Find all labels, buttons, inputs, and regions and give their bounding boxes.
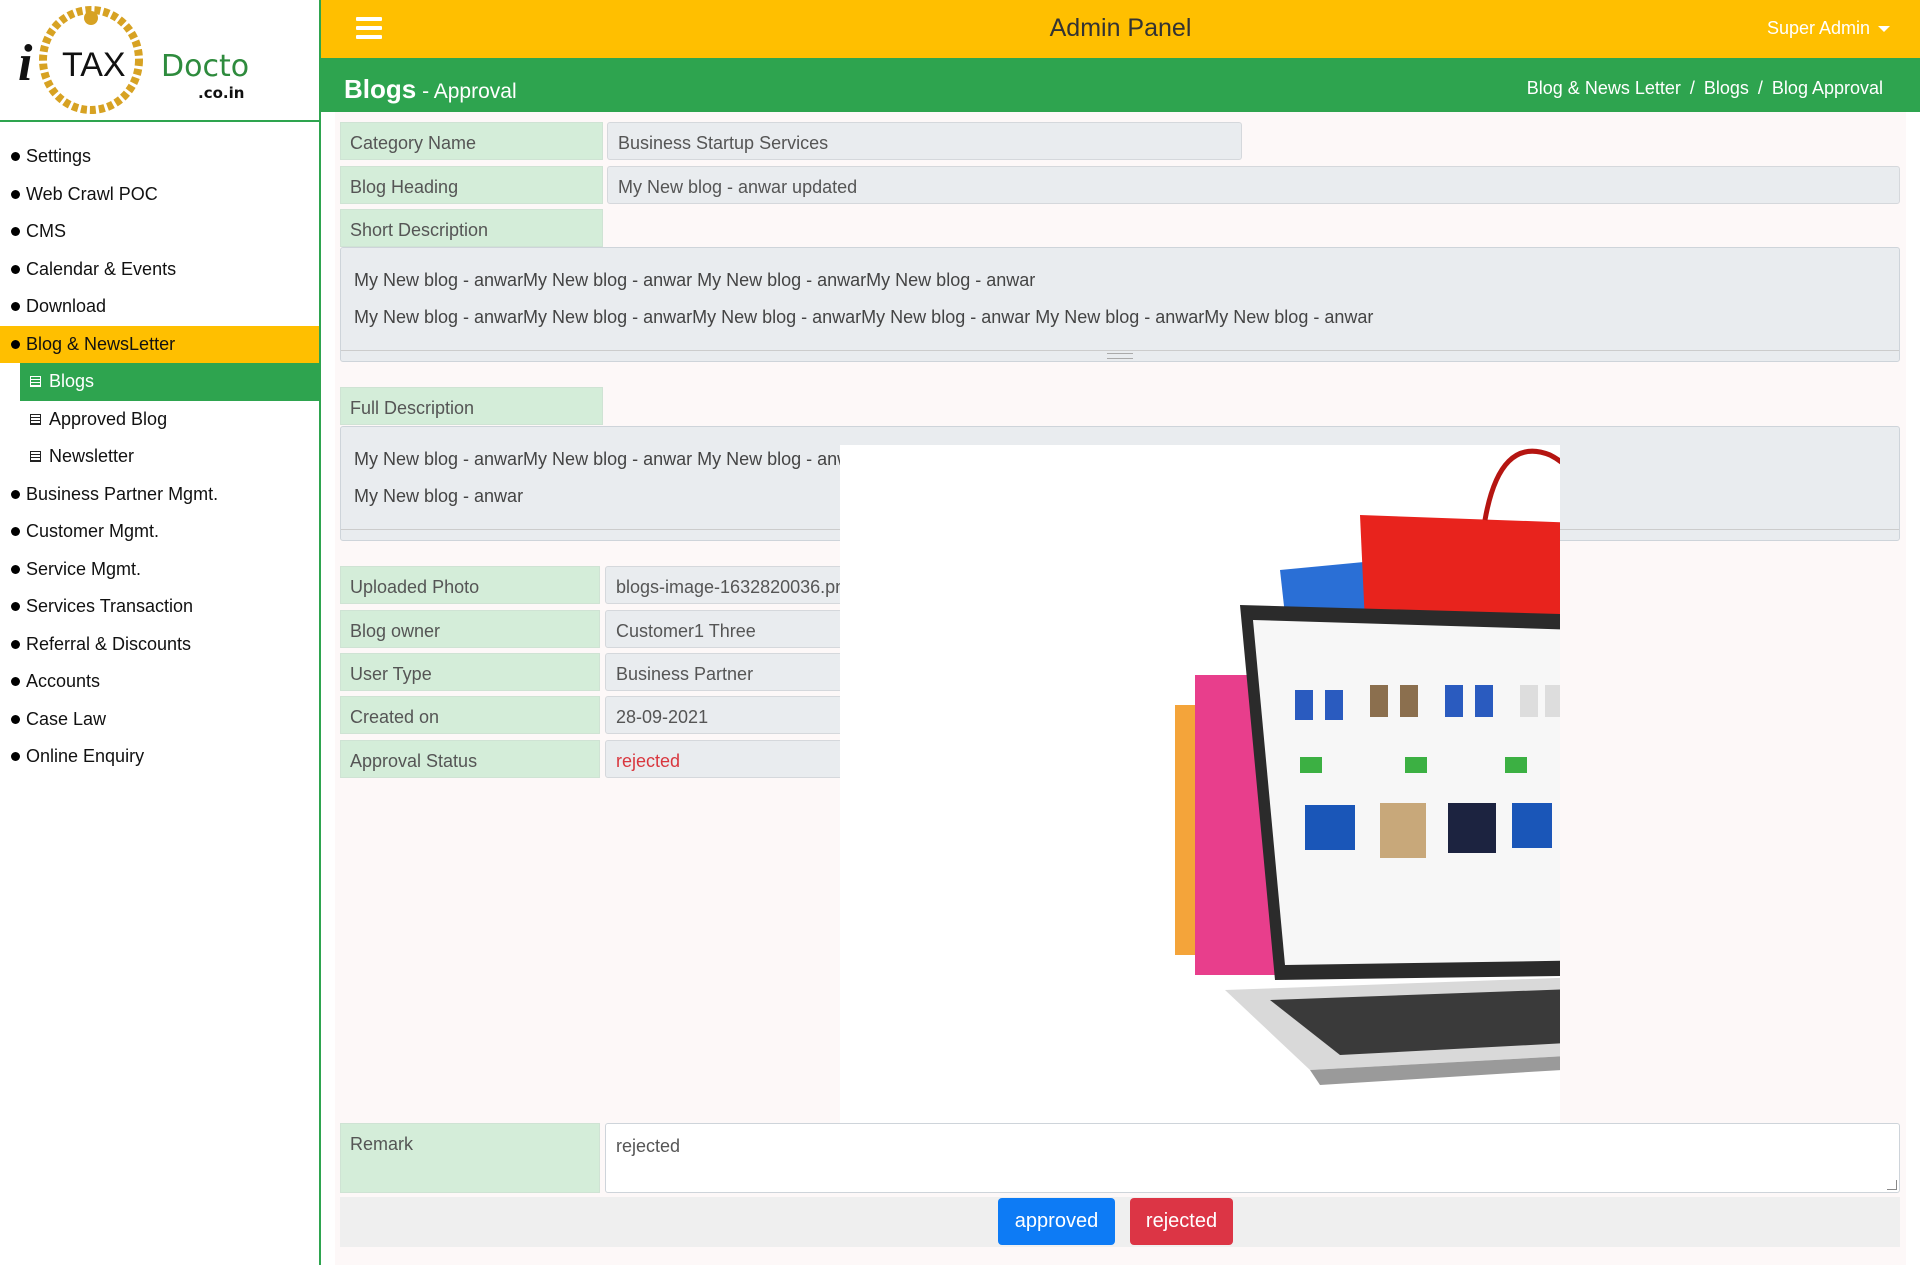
brand-logo[interactable]: i TAX Doctor .co.in	[0, 0, 319, 122]
breadcrumb: Blog & News Letter / Blogs / Blog Approval	[1526, 78, 1883, 98]
sidebar-item-accounts[interactable]: Accounts	[0, 663, 319, 701]
bullet-icon	[11, 714, 20, 724]
bullet-icon	[11, 264, 20, 274]
sidebar: i TAX Doctor .co.in Settings Web Crawl P…	[0, 0, 321, 1265]
logo-tax: TAX	[62, 46, 126, 84]
blog-owner-label: Blog owner	[340, 610, 600, 648]
topbar: Admin Panel Super Admin	[321, 0, 1920, 58]
full-description-label: Full Description	[340, 387, 603, 425]
logo-i: i	[18, 35, 33, 92]
user-type-label: User Type	[340, 653, 600, 691]
bullet-icon	[11, 752, 20, 762]
bullet-icon	[11, 527, 20, 537]
sidebar-item-service-mgmt[interactable]: Service Mgmt.	[0, 551, 319, 589]
bullet-icon	[11, 189, 20, 199]
sidebar-subitem-approved-blog[interactable]: Approved Blog	[0, 401, 319, 439]
remark-label: Remark	[340, 1123, 600, 1193]
logo-domain: .co.in	[198, 84, 244, 102]
sidebar-item-download[interactable]: Download	[0, 288, 319, 326]
breadcrumb-blog-approval: Blog Approval	[1771, 78, 1883, 98]
itaxdoctor-logo-icon: i TAX Doctor .co.in	[18, 6, 251, 114]
user-name: Super Admin	[1766, 18, 1870, 38]
category-label: Category Name	[340, 122, 603, 160]
admin-panel-title: Admin Panel	[1049, 14, 1192, 42]
sidebar-item-calendar-events[interactable]: Calendar & Events	[0, 251, 319, 289]
bullet-icon	[11, 152, 20, 162]
sidebar-item-cms[interactable]: CMS	[0, 213, 319, 251]
list-icon	[30, 413, 41, 425]
short-description-label: Short Description	[340, 209, 603, 247]
page-header: Blogs - Approval Blog & News Letter / Blog…	[321, 58, 1920, 112]
sidebar-item-business-partner[interactable]: Business Partner Mgmt.	[0, 476, 319, 514]
blog-image: online	[840, 445, 1790, 1125]
logo-doctor: Doctor	[161, 49, 251, 84]
page-title: Blogs - Approval	[344, 74, 517, 104]
sidebar-item-online-enquiry[interactable]: Online Enquiry	[0, 738, 319, 776]
rejected-button[interactable]: rejected	[1130, 1198, 1233, 1245]
sidebar-item-blog-newsletter[interactable]: Blog & NewsLetter	[0, 325, 319, 363]
caret-down-icon	[1878, 26, 1890, 33]
short-description-textarea[interactable]: My New blog - anwarMy New blog - anwar M…	[340, 247, 1900, 362]
bullet-icon	[11, 227, 20, 237]
sidebar-subitem-blogs[interactable]: Blogs	[20, 363, 319, 401]
bullet-icon	[11, 339, 20, 349]
uploaded-photo-label: Uploaded Photo	[340, 566, 600, 604]
user-dropdown[interactable]: Super Admin	[1767, 18, 1890, 39]
remark-textarea[interactable]: rejected	[605, 1123, 1900, 1193]
category-field[interactable]: Business Startup Services	[607, 122, 1242, 160]
bullet-icon	[11, 489, 20, 499]
sidebar-item-case-law[interactable]: Case Law	[0, 701, 319, 739]
sidebar-item-settings[interactable]: Settings	[0, 138, 319, 176]
sidebar-item-customer-mgmt[interactable]: Customer Mgmt.	[0, 513, 319, 551]
bullet-icon	[11, 677, 20, 687]
sidebar-item-referral-discounts[interactable]: Referral & Discounts	[0, 626, 319, 664]
online-shopping-laptop-icon: online	[1175, 448, 1790, 1085]
list-icon	[30, 376, 41, 388]
sidebar-subitem-newsletter[interactable]: Newsletter	[0, 438, 319, 476]
sidebar-item-web-crawl-poc[interactable]: Web Crawl POC	[0, 176, 319, 214]
resize-grip-icon[interactable]	[1107, 353, 1133, 359]
approved-button[interactable]: approved	[998, 1198, 1115, 1245]
bullet-icon	[11, 639, 20, 649]
bullet-icon	[11, 602, 20, 612]
blog-heading-field[interactable]: My New blog - anwar updated	[607, 166, 1900, 204]
approval-status-label: Approval Status	[340, 740, 600, 778]
sidebar-nav: Settings Web Crawl POC CMS Calendar & Ev…	[0, 122, 319, 776]
breadcrumb-blogs[interactable]: Blogs	[1704, 78, 1749, 98]
bullet-icon	[11, 564, 20, 574]
resize-handle-icon[interactable]	[1887, 1180, 1897, 1190]
bullet-icon	[11, 302, 20, 312]
sidebar-item-services-transaction[interactable]: Services Transaction	[0, 588, 319, 626]
action-bar	[340, 1197, 1900, 1247]
blog-heading-label: Blog Heading	[340, 166, 603, 204]
list-icon	[30, 451, 41, 463]
page-subtitle: Approval	[433, 80, 517, 103]
created-on-label: Created on	[340, 696, 600, 734]
breadcrumb-blog-newsletter[interactable]: Blog & News Letter	[1527, 78, 1681, 98]
